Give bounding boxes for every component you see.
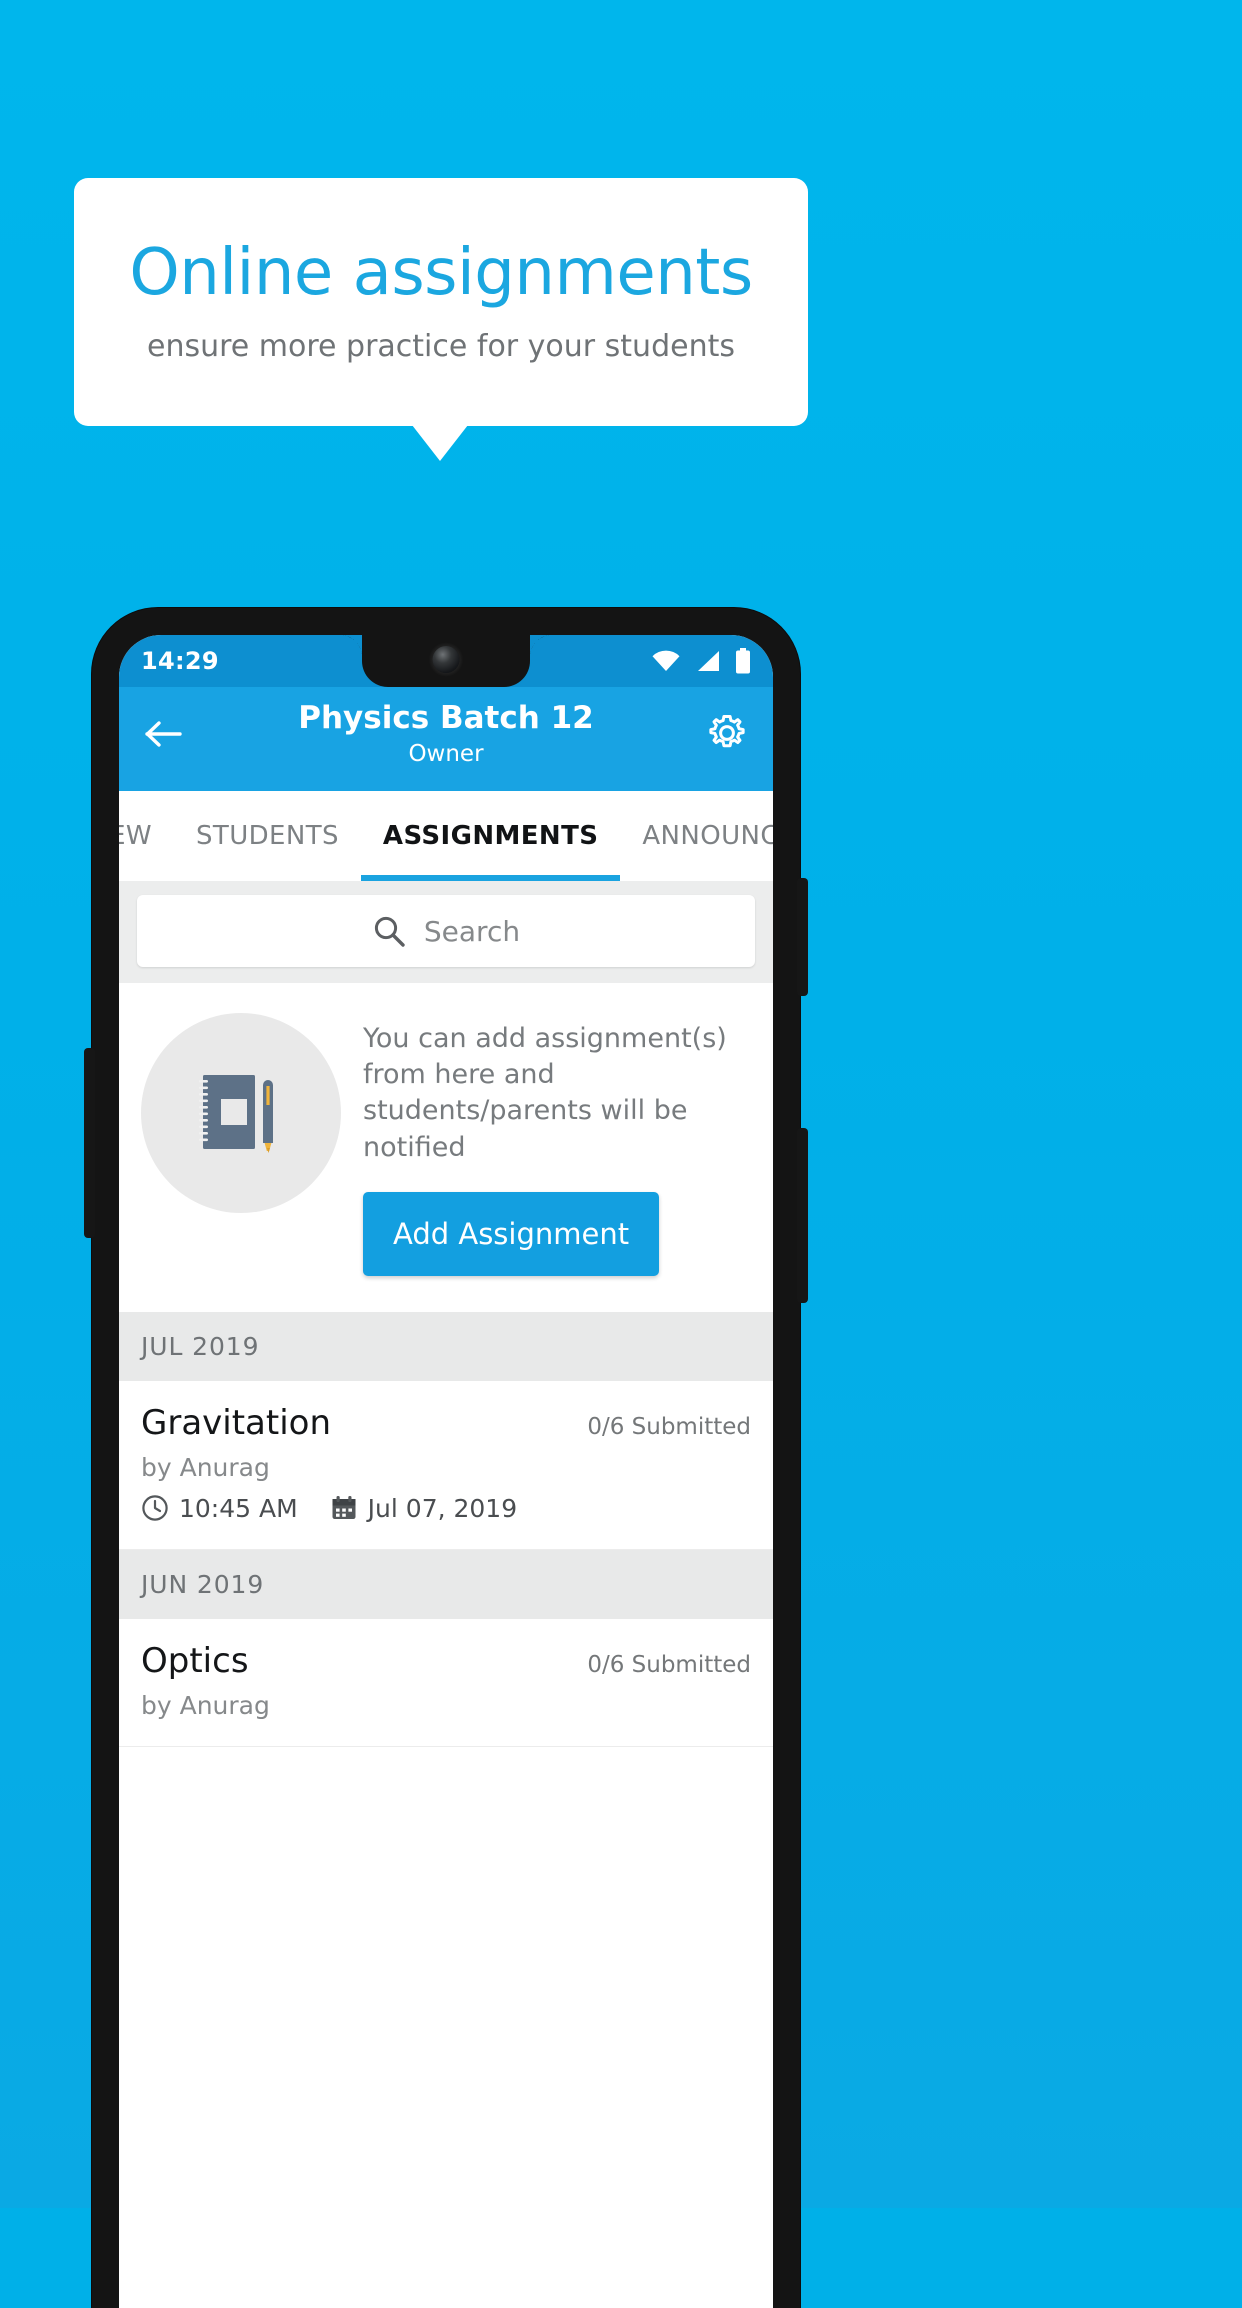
app-bar: Physics Batch 12 Owner — [119, 687, 773, 791]
phone-screen: 14:29 Physics Batch 12 Owner W STUDENTS … — [119, 635, 773, 2308]
phone-notch — [340, 635, 552, 687]
tab-label: STUDENTS — [196, 821, 339, 851]
assignment-time: 10:45 AM — [179, 1493, 298, 1523]
month-header: JUL 2019 — [119, 1311, 773, 1381]
tab-assignments[interactable]: ASSIGNMENTS — [360, 791, 621, 881]
phone-mockup: 14:29 Physics Batch 12 Owner W STUDENTS … — [84, 608, 808, 2308]
notebook-and-pen-icon — [199, 1075, 273, 1153]
app-bar-titles: Physics Batch 12 Owner — [119, 699, 773, 770]
assignment-row-top: Optics 0/6 Submitted — [141, 1641, 751, 1681]
back-button[interactable] — [141, 711, 187, 757]
promo-callout-card: Online assignments ensure more practice … — [74, 178, 808, 426]
search-section: Search — [119, 881, 773, 983]
cellular-signal-icon — [695, 650, 721, 672]
empty-state-illustration — [141, 1013, 341, 1213]
assignment-row[interactable]: Optics 0/6 Submitted by Anurag — [119, 1618, 773, 1747]
status-bar-icons — [651, 648, 751, 674]
tab-label: ANNOUNCEMENTS — [642, 821, 773, 851]
assignment-submitted-count: 0/6 Submitted — [587, 1651, 751, 1678]
empty-state-content: You can add assignment(s) from here and … — [363, 1013, 751, 1276]
assignment-date: Jul 07, 2019 — [367, 1493, 518, 1523]
front-camera-icon — [432, 646, 460, 673]
phone-volume-button — [797, 1128, 808, 1303]
month-header: JUN 2019 — [119, 1549, 773, 1619]
arrow-left-icon — [145, 721, 182, 747]
wifi-icon — [651, 650, 681, 672]
tab-bar[interactable]: IEW STUDENTS ASSIGNMENTS ANNOUNCEMENTS — [119, 791, 773, 881]
tab-label: IEW — [119, 821, 153, 851]
assignment-submitted-count: 0/6 Submitted — [587, 1413, 751, 1440]
promo-headline: Online assignments — [129, 235, 753, 310]
assignment-row-top: Gravitation 0/6 Submitted — [141, 1403, 751, 1443]
status-bar-time: 14:29 — [141, 647, 219, 675]
empty-state-message: You can add assignment(s) from here and … — [363, 1023, 727, 1163]
search-bar[interactable]: Search — [137, 895, 755, 967]
tab-overview[interactable]: IEW — [119, 791, 174, 881]
assignment-row[interactable]: Gravitation 0/6 Submitted by Anurag 10:4… — [119, 1380, 773, 1550]
tab-label: ASSIGNMENTS — [382, 821, 599, 851]
assignment-title: Optics — [141, 1640, 249, 1681]
tab-students[interactable]: STUDENTS — [174, 791, 361, 881]
tab-announcements[interactable]: ANNOUNCEMENTS — [620, 791, 773, 881]
battery-icon — [735, 648, 751, 674]
assignment-author: by Anurag — [141, 1690, 270, 1720]
search-input[interactable]: Search — [424, 915, 520, 948]
assignment-meta: 10:45 AM Jul 07, 2019 — [141, 1494, 751, 1523]
empty-state-card: You can add assignment(s) from here and … — [119, 983, 773, 1312]
phone-power-button — [797, 878, 808, 996]
page-title: Physics Batch 12 — [298, 700, 594, 736]
phone-side-button-left — [84, 1048, 95, 1238]
assignment-title: Gravitation — [141, 1402, 332, 1443]
search-icon — [372, 914, 406, 948]
calendar-icon — [330, 1494, 358, 1522]
promo-callout-tail — [412, 425, 468, 461]
clock-icon — [141, 1494, 169, 1522]
promo-subheadline: ensure more practice for your students — [147, 329, 735, 365]
page-subtitle: Owner — [408, 740, 484, 767]
assignment-author: by Anurag — [141, 1452, 270, 1482]
add-assignment-button[interactable]: Add Assignment — [363, 1191, 660, 1276]
gear-icon — [709, 715, 745, 748]
settings-button[interactable] — [703, 709, 751, 757]
